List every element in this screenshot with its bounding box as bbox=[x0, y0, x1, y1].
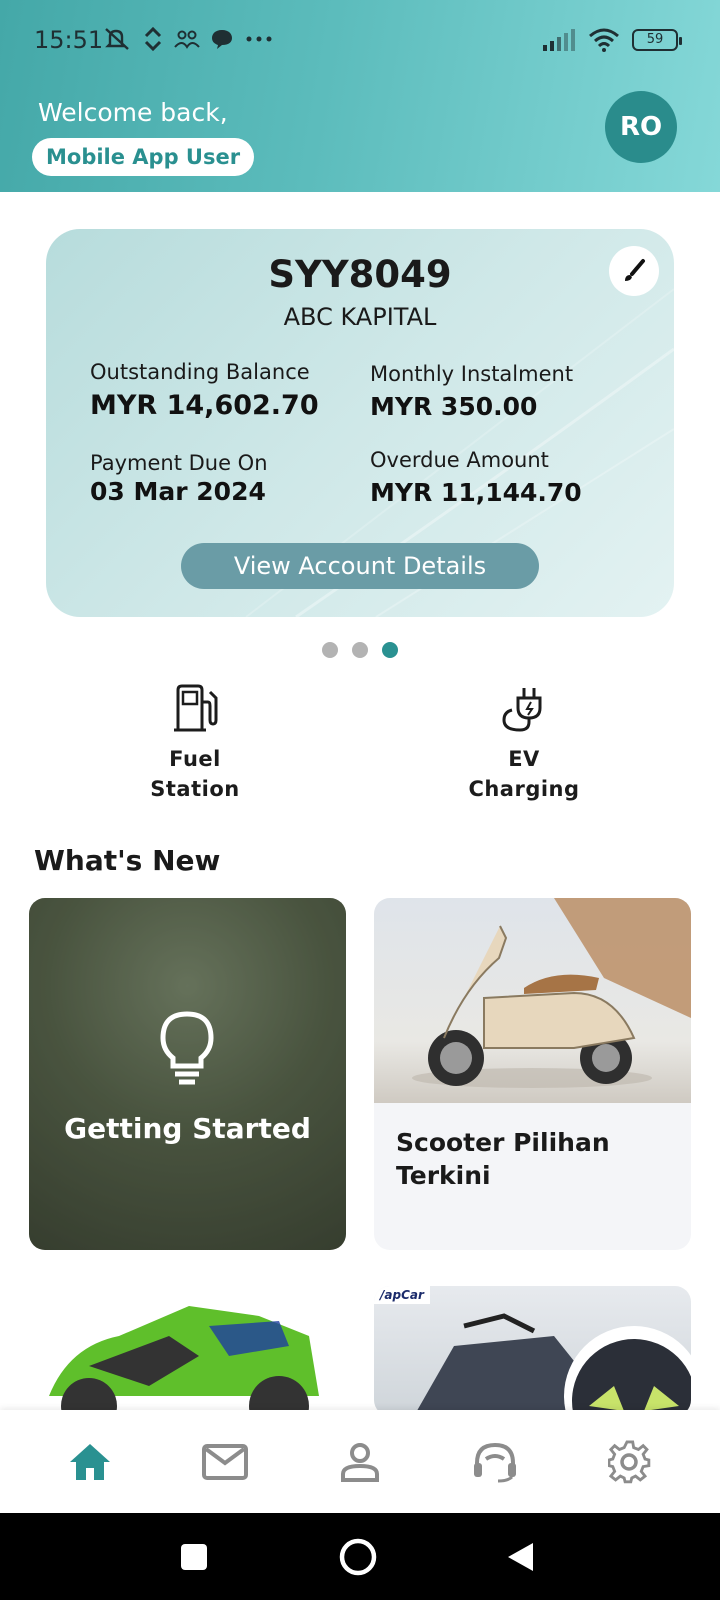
brand-tag: /apCar bbox=[374, 1286, 430, 1304]
status-icons-left bbox=[102, 26, 274, 52]
wifi-icon bbox=[589, 28, 619, 52]
scooter-title: Scooter Pilihan Terkini bbox=[396, 1128, 610, 1190]
signal-icon bbox=[543, 29, 575, 51]
scooter-illustration bbox=[412, 898, 691, 1088]
more-icon bbox=[246, 36, 272, 42]
news-card-motorcycle[interactable] bbox=[29, 1286, 346, 1416]
bottom-navigation bbox=[0, 1410, 720, 1513]
home-screen: 15:51 59 Welcome back, Mobile App User R… bbox=[0, 0, 720, 1600]
nav-profile[interactable] bbox=[330, 1432, 390, 1492]
monthly-instalment-value: MYR 350.00 bbox=[370, 392, 538, 421]
carousel-dots bbox=[322, 642, 398, 658]
nav-home[interactable] bbox=[60, 1432, 120, 1492]
account-card[interactable]: SYY8049 ABC KAPITAL Outstanding Balance … bbox=[46, 229, 674, 617]
headset-icon bbox=[474, 1442, 517, 1482]
monthly-instalment: Monthly Instalment MYR 350.00 bbox=[370, 362, 573, 421]
header: 15:51 59 Welcome back, Mobile App User R… bbox=[0, 0, 720, 192]
nav-inbox[interactable] bbox=[195, 1432, 255, 1492]
welcome-text: Welcome back, bbox=[38, 98, 228, 127]
news-card-scooter-2[interactable]: /apCar bbox=[374, 1286, 691, 1416]
gear-icon bbox=[608, 1439, 651, 1483]
monthly-instalment-label: Monthly Instalment bbox=[370, 362, 574, 386]
chat-icon bbox=[212, 30, 232, 49]
getting-started-title: Getting Started bbox=[64, 1112, 311, 1145]
outstanding-balance: Outstanding Balance MYR 14,602.70 bbox=[90, 360, 319, 421]
payment-due: Payment Due On 03 Mar 2024 bbox=[90, 451, 268, 506]
payment-due-value: 03 Mar 2024 bbox=[90, 477, 266, 506]
back-triangle-icon bbox=[508, 1542, 533, 1571]
carousel-dot[interactable] bbox=[322, 642, 338, 658]
avatar[interactable]: RO bbox=[605, 91, 677, 163]
whats-new-title: What's New bbox=[34, 844, 221, 877]
bank-name: ABC KAPITAL bbox=[283, 303, 437, 331]
square-icon bbox=[181, 1543, 207, 1570]
system-home-button[interactable] bbox=[318, 1513, 398, 1600]
outstanding-balance-value: MYR 14,602.70 bbox=[90, 390, 319, 421]
plate-number: SYY8049 bbox=[268, 253, 452, 296]
person-icon bbox=[340, 1442, 379, 1482]
fuel-station-button[interactable]: Fuel Station bbox=[105, 684, 285, 804]
status-icons-right: 59 bbox=[542, 28, 682, 52]
overdue-amount: Overdue Amount MYR 11,144.70 bbox=[370, 448, 582, 507]
nav-settings[interactable] bbox=[600, 1432, 660, 1492]
lightbulb-icon bbox=[160, 1011, 214, 1085]
scooter-image bbox=[374, 898, 691, 1103]
view-account-details-button[interactable]: View Account Details bbox=[181, 543, 539, 589]
outstanding-balance-label: Outstanding Balance bbox=[90, 360, 310, 384]
payment-due-label: Payment Due On bbox=[90, 451, 268, 475]
status-bar: 15:51 59 bbox=[0, 0, 720, 80]
user-name-badge: Mobile App User bbox=[32, 138, 255, 176]
news-card-getting-started[interactable]: Getting Started bbox=[29, 898, 346, 1250]
system-recents-button[interactable] bbox=[154, 1513, 234, 1600]
ev-charging-icon bbox=[502, 688, 542, 732]
fuel-station-label: Fuel Station bbox=[150, 747, 240, 801]
overdue-amount-value: MYR 11,144.70 bbox=[370, 478, 582, 507]
ev-charging-button[interactable]: EV Charging bbox=[434, 684, 614, 804]
scooter-front-illustration bbox=[414, 1313, 691, 1416]
mute-bell-icon bbox=[105, 28, 129, 50]
system-navigation-bar bbox=[0, 1513, 720, 1600]
group-icon bbox=[174, 30, 200, 49]
ev-charging-label: EV Charging bbox=[468, 747, 580, 801]
circle-icon bbox=[339, 1538, 377, 1575]
carousel-dot[interactable] bbox=[352, 642, 368, 658]
news-card-scooter[interactable]: Scooter Pilihan Terkini bbox=[374, 898, 691, 1250]
overdue-amount-label: Overdue Amount bbox=[370, 448, 549, 472]
motorcycle-illustration bbox=[49, 1306, 319, 1416]
fuel-pump-icon bbox=[174, 684, 218, 732]
status-time: 15:51 bbox=[34, 26, 104, 54]
system-back-button[interactable] bbox=[480, 1513, 560, 1600]
home-icon bbox=[69, 1443, 110, 1480]
app-icon bbox=[144, 26, 162, 52]
nav-support[interactable] bbox=[465, 1432, 525, 1492]
mail-icon bbox=[201, 1443, 248, 1480]
battery-indicator: 59 bbox=[632, 29, 682, 51]
carousel-dot-active[interactable] bbox=[382, 642, 398, 658]
